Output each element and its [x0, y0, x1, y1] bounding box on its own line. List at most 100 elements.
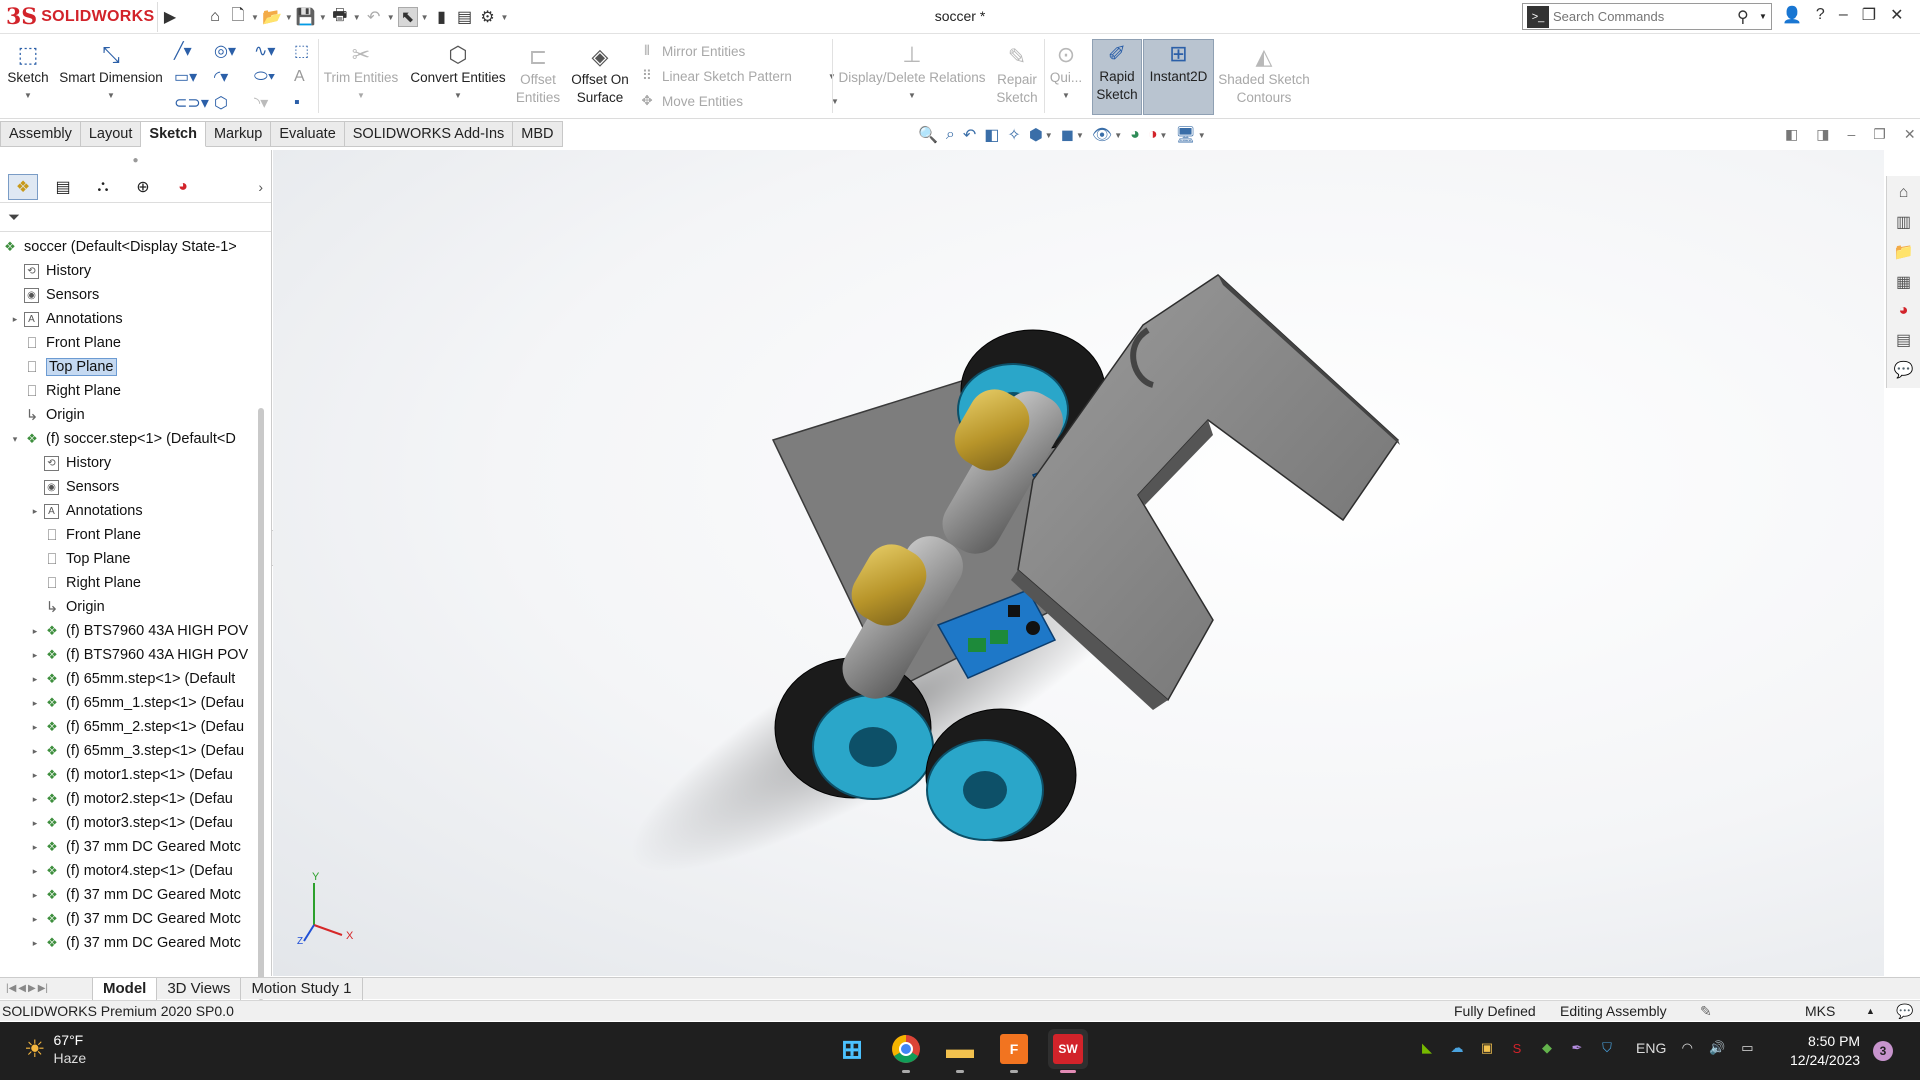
- tree-item[interactable]: ▸ ❖ (f) 37 mm DC Geared Motc: [0, 835, 256, 859]
- tab-assembly[interactable]: Assembly: [0, 121, 81, 147]
- tree-item[interactable]: ⎕ Right Plane: [0, 379, 256, 403]
- onedrive-icon[interactable]: ☁: [1448, 1040, 1466, 1056]
- search-input[interactable]: [1553, 9, 1737, 24]
- fillet-icon[interactable]: ◝▾: [254, 90, 294, 116]
- tree-item[interactable]: ▸ ❖ (f) 65mm_1.step<1> (Defau: [0, 691, 256, 715]
- tree-item[interactable]: ▸ ❖ (f) 37 mm DC Geared Motc: [0, 931, 256, 951]
- pen-icon[interactable]: ✒: [1568, 1040, 1586, 1056]
- configuration-manager-tab-icon[interactable]: ⛬: [88, 174, 118, 200]
- tree-item[interactable]: ↳ Origin: [0, 595, 256, 619]
- zoom-to-area-icon[interactable]: ⌕: [946, 126, 955, 144]
- tab-model[interactable]: Model: [92, 977, 157, 1000]
- solidworks-logo[interactable]: 3S SOLIDWORKS: [6, 2, 158, 32]
- tab-evaluate[interactable]: Evaluate: [271, 121, 345, 147]
- help-icon[interactable]: ?: [1816, 6, 1825, 24]
- tab-motion-study-1[interactable]: Motion Study 1: [240, 977, 363, 1000]
- chevron-down-icon[interactable]: ▼: [1160, 131, 1168, 140]
- offset-entities-button[interactable]: ⊏ Offset Entities: [510, 43, 566, 107]
- expand-toggle-icon[interactable]: ▸: [28, 818, 42, 829]
- close-icon[interactable]: ✕: [1890, 5, 1903, 25]
- tree-item[interactable]: ▸ ❖ (f) 37 mm DC Geared Motc: [0, 883, 256, 907]
- next-tab-icon[interactable]: ▶: [28, 983, 36, 994]
- tab-layout[interactable]: Layout: [80, 121, 142, 147]
- select-pointer-icon[interactable]: ⬉: [397, 7, 418, 27]
- rectangle-icon[interactable]: ▭▾: [174, 64, 214, 90]
- ellipse-icon[interactable]: ⬭▾: [254, 64, 294, 90]
- notification-badge[interactable]: 3: [1873, 1041, 1893, 1061]
- expand-toggle-icon[interactable]: ▾: [8, 434, 22, 445]
- panel-grip[interactable]: ●: [0, 150, 271, 172]
- tab-solidworks-add-ins[interactable]: SOLIDWORKS Add-Ins: [344, 121, 514, 147]
- chevron-down-icon[interactable]: ▼: [1045, 131, 1053, 140]
- tile-right-icon[interactable]: ◨: [1816, 126, 1829, 143]
- tree-item[interactable]: ⟲ History: [0, 451, 256, 475]
- display-manager-tab-icon[interactable]: ◕: [168, 174, 198, 200]
- chevron-right-icon[interactable]: ›: [258, 179, 263, 195]
- tray-app-icon[interactable]: ▣: [1478, 1040, 1496, 1056]
- custom-properties-icon[interactable]: ▤: [1896, 330, 1911, 350]
- view-palette-icon[interactable]: ▦: [1896, 272, 1911, 292]
- linear-sketch-pattern-button[interactable]: ⠿Linear Sketch Pattern▼: [638, 68, 836, 84]
- arc-icon[interactable]: ◜▾: [214, 64, 254, 90]
- slot-icon[interactable]: ⊂⊃▾: [174, 90, 214, 116]
- expand-toggle-icon[interactable]: ▸: [28, 506, 42, 517]
- expand-toggle-icon[interactable]: ▸: [8, 314, 22, 325]
- save-icon[interactable]: 💾: [296, 7, 316, 27]
- chevron-down-icon[interactable]: ▼: [1114, 131, 1122, 140]
- view-settings-icon[interactable]: 🖥: [1175, 125, 1195, 145]
- chevron-down-icon[interactable]: ▼: [908, 87, 916, 105]
- expand-toggle-icon[interactable]: ▸: [28, 914, 42, 925]
- expand-toggle-icon[interactable]: ▸: [28, 746, 42, 757]
- chevron-down-icon[interactable]: ▼: [357, 87, 365, 105]
- home-icon[interactable]: ⌂: [205, 7, 225, 27]
- minimize-icon[interactable]: –: [1847, 126, 1855, 143]
- feature-tree-tab-icon[interactable]: ❖: [8, 174, 38, 200]
- tree-item[interactable]: ▸ ❖ (f) BTS7960 43A HIGH POV: [0, 643, 256, 667]
- file-explorer-icon[interactable]: 📁: [1894, 242, 1914, 262]
- appearances-icon[interactable]: ◕: [1899, 302, 1909, 320]
- chevron-down-icon[interactable]: ▼: [24, 87, 32, 105]
- chevron-up-icon[interactable]: ▲: [1866, 1006, 1875, 1016]
- user-icon[interactable]: 👤: [1782, 5, 1802, 25]
- security-icon[interactable]: ⛉: [1598, 1040, 1616, 1056]
- chevron-down-icon[interactable]: ▼: [1076, 131, 1084, 140]
- convert-entities-button[interactable]: ⬡ Convert Entities ▼: [406, 41, 510, 105]
- weather-widget[interactable]: ☀ 67°F Haze: [24, 1031, 86, 1067]
- restore-icon[interactable]: ❐: [1873, 126, 1886, 143]
- edit-appearance-icon[interactable]: ◕: [1130, 126, 1140, 144]
- language-indicator[interactable]: ENG: [1636, 1040, 1666, 1056]
- chevron-down-icon[interactable]: ▼: [353, 13, 361, 22]
- restore-icon[interactable]: ❐: [1862, 5, 1876, 25]
- menu-expand-arrow[interactable]: ▶: [160, 6, 180, 28]
- zoom-to-fit-icon[interactable]: 🔍: [918, 125, 938, 145]
- expand-toggle-icon[interactable]: ▸: [28, 842, 42, 853]
- tree-item[interactable]: ▸ ❖ (f) motor3.step<1> (Defau: [0, 811, 256, 835]
- expand-toggle-icon[interactable]: ▸: [28, 770, 42, 781]
- tree-root[interactable]: ❖ soccer (Default<Display State-1>: [0, 235, 256, 259]
- repair-sketch-button[interactable]: ✎ Repair Sketch: [992, 43, 1042, 107]
- tree-item[interactable]: ▸ ❖ (f) 65mm_2.step<1> (Defau: [0, 715, 256, 739]
- tree-item[interactable]: ▸ ❖ (f) 37 mm DC Geared Motc: [0, 907, 256, 931]
- forum-icon[interactable]: 💬: [1894, 360, 1914, 380]
- move-entities-button[interactable]: ✥ Move Entities ▼: [638, 93, 839, 109]
- chevron-down-icon[interactable]: ▼: [421, 13, 429, 22]
- chevron-down-icon[interactable]: ▼: [285, 13, 293, 22]
- tree-item[interactable]: ⎕ Right Plane: [0, 571, 256, 595]
- circle-icon[interactable]: ◎▾: [214, 38, 254, 64]
- minimize-icon[interactable]: –: [1839, 6, 1848, 24]
- smart-dimension-button[interactable]: ⤡ Smart Dimension ▼: [56, 41, 166, 105]
- undo-icon[interactable]: ↶: [364, 7, 384, 27]
- file-properties-icon[interactable]: ▤: [455, 7, 475, 27]
- tab-sketch[interactable]: Sketch: [141, 121, 206, 147]
- tree-item[interactable]: ◉ Sensors: [0, 283, 256, 307]
- solidworks-resources-icon[interactable]: ⌂: [1899, 184, 1909, 202]
- comments-icon[interactable]: 💬: [1896, 1003, 1913, 1020]
- design-library-icon[interactable]: ▥: [1896, 212, 1911, 232]
- tree-item[interactable]: ◉ Sensors: [0, 475, 256, 499]
- command-prompt-icon[interactable]: >_: [1527, 5, 1549, 28]
- expand-toggle-icon[interactable]: ▸: [28, 698, 42, 709]
- tile-left-icon[interactable]: ◧: [1785, 126, 1798, 143]
- tree-filter[interactable]: ⏷: [0, 202, 271, 232]
- instant2d-button[interactable]: ⊞ Instant2D: [1143, 39, 1214, 115]
- dynamic-annotation-icon[interactable]: ✧: [1007, 125, 1020, 145]
